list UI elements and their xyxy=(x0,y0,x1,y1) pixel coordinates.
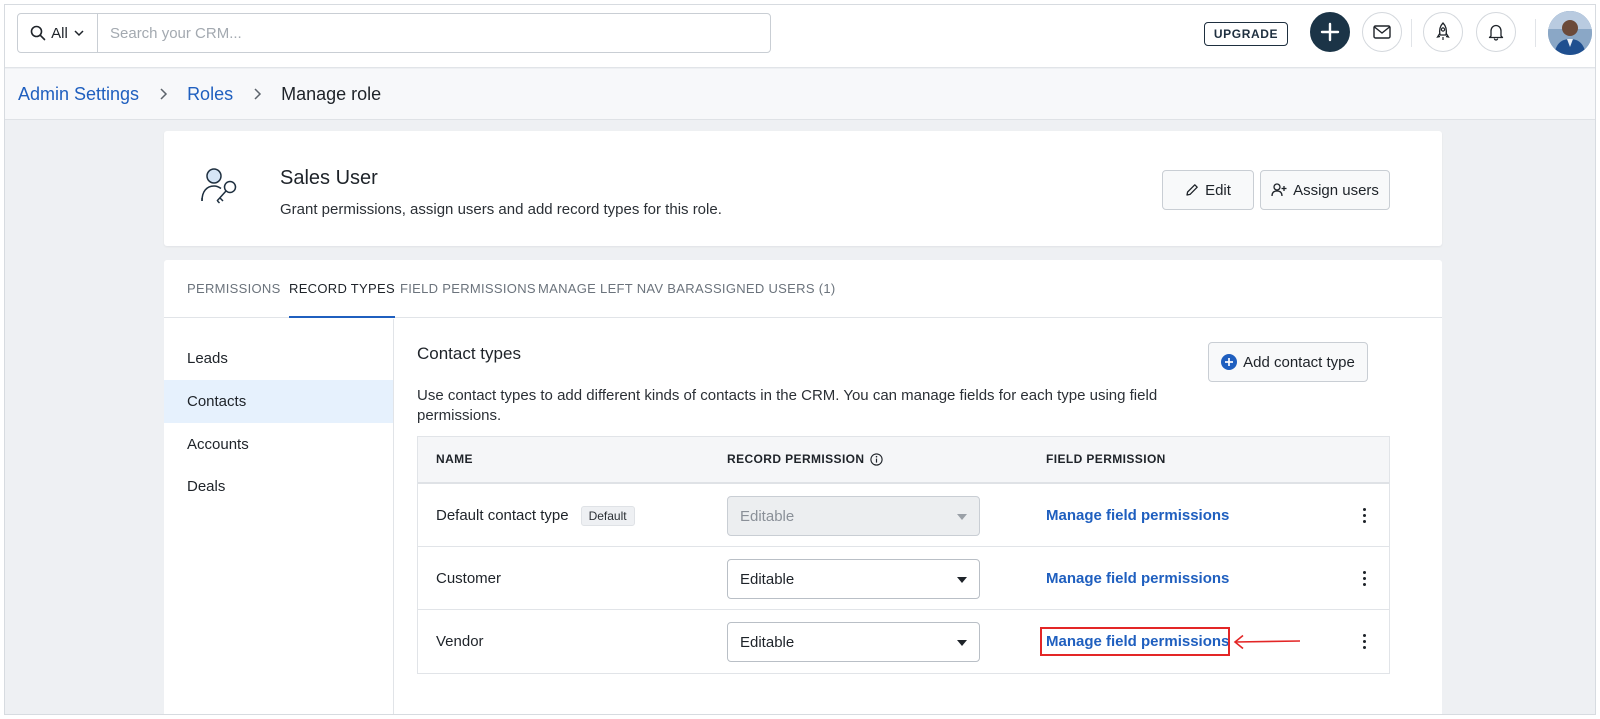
row-name-cell: Default contact type Default xyxy=(436,484,635,547)
kebab-dot xyxy=(1362,570,1366,574)
kebab-dot xyxy=(1362,639,1366,643)
chevron-right-icon xyxy=(159,87,169,101)
launch-button[interactable] xyxy=(1423,12,1463,52)
record-permission-value: Editable xyxy=(740,633,795,651)
add-user-icon xyxy=(1271,183,1287,197)
plus-circle-icon xyxy=(1221,354,1238,370)
section-description: Use contact types to add different kinds… xyxy=(417,387,1158,424)
tab-assigned-users[interactable]: ASSIGNED USERS (1) xyxy=(695,260,835,318)
tab-bar: PERMISSIONS RECORD TYPES FIELD PERMISSIO… xyxy=(164,260,1442,318)
mail-button[interactable] xyxy=(1362,12,1402,52)
row-name: Default contact type xyxy=(436,507,569,524)
role-description: Grant permissions, assign users and add … xyxy=(280,201,722,218)
column-header-name: NAME xyxy=(436,437,473,482)
record-type-sidenav: Leads Contacts Accounts Deals xyxy=(164,319,394,714)
column-header-field-permission-label: FIELD PERMISSION xyxy=(1046,452,1166,466)
edit-button-label: Edit xyxy=(1205,181,1231,199)
column-header-record-permission: RECORD PERMISSION xyxy=(727,437,884,482)
row-name: Vendor xyxy=(436,633,484,650)
contact-types-table: NAME RECORD PERMISSION FIELD PERMISSION … xyxy=(417,436,1390,674)
row-more-menu[interactable] xyxy=(1356,567,1372,589)
row-more-menu[interactable] xyxy=(1356,504,1372,526)
column-header-field-permission: FIELD PERMISSION xyxy=(1046,437,1166,482)
app-window: All UPGRADE Admin Settings Roles Manage xyxy=(4,4,1596,715)
breadcrumb-admin-settings[interactable]: Admin Settings xyxy=(18,84,139,105)
default-badge: Default xyxy=(580,505,635,526)
user-avatar[interactable] xyxy=(1548,11,1592,55)
sidenav-item-contacts[interactable]: Contacts xyxy=(164,380,393,423)
assign-users-button[interactable]: Assign users xyxy=(1260,170,1390,210)
chevron-down-icon xyxy=(74,30,84,37)
info-icon[interactable] xyxy=(870,453,884,466)
edit-button[interactable]: Edit xyxy=(1162,170,1254,210)
table-row: Customer Editable Manage field permissio… xyxy=(418,547,1389,610)
breadcrumb: Admin Settings Roles Manage role xyxy=(5,69,1595,120)
row-name-cell: Vendor xyxy=(436,610,484,673)
caret-down-icon xyxy=(957,514,967,520)
tab-field-permissions[interactable]: FIELD PERMISSIONS xyxy=(400,260,536,318)
manage-field-permissions-link[interactable]: Manage field permissions xyxy=(1046,547,1229,610)
kebab-dot xyxy=(1362,507,1366,511)
sidenav-item-leads[interactable]: Leads xyxy=(164,337,393,380)
chevron-right-icon xyxy=(253,87,263,101)
kebab-dot xyxy=(1362,582,1366,586)
role-key-icon xyxy=(200,167,244,212)
global-search: All xyxy=(17,13,771,53)
rocket-icon xyxy=(1436,22,1450,40)
record-permission-value: Editable xyxy=(740,570,795,588)
manage-field-permissions-link[interactable]: Manage field permissions xyxy=(1046,484,1229,547)
record-permission-value: Editable xyxy=(740,507,795,525)
table-header: NAME RECORD PERMISSION FIELD PERMISSION xyxy=(418,437,1389,484)
caret-down-icon xyxy=(957,640,967,646)
annotation-arrow-icon xyxy=(1233,634,1301,650)
table-row: Vendor Editable Manage field permissions xyxy=(418,610,1389,673)
mail-icon xyxy=(1373,25,1391,39)
section-title: Contact types xyxy=(417,344,521,363)
divider xyxy=(1411,19,1412,47)
pencil-icon xyxy=(1186,184,1198,196)
search-input[interactable] xyxy=(98,14,770,52)
upgrade-button[interactable]: UPGRADE xyxy=(1204,22,1288,46)
row-name-cell: Customer xyxy=(436,547,501,610)
create-new-button[interactable] xyxy=(1310,12,1350,52)
top-bar: All UPGRADE xyxy=(5,5,1595,68)
search-icon xyxy=(30,25,46,41)
kebab-dot xyxy=(1362,519,1366,523)
record-permission-select[interactable]: Editable xyxy=(727,622,980,662)
plus-icon xyxy=(1320,22,1340,42)
tab-permissions[interactable]: PERMISSIONS xyxy=(187,260,281,318)
add-contact-type-label: Add contact type xyxy=(1243,353,1355,371)
role-detail-panel: PERMISSIONS RECORD TYPES FIELD PERMISSIO… xyxy=(164,260,1442,714)
role-header-card: Sales User Grant permissions, assign use… xyxy=(164,131,1442,246)
tab-manage-left-nav-bar[interactable]: MANAGE LEFT NAV BAR xyxy=(538,260,695,318)
search-scope-label: All xyxy=(51,24,68,42)
kebab-dot xyxy=(1362,513,1366,517)
row-name: Customer xyxy=(436,570,502,587)
breadcrumb-current: Manage role xyxy=(281,83,382,104)
table-row: Default contact type Default Editable Ma… xyxy=(418,484,1389,547)
role-title: Sales User xyxy=(280,167,378,189)
assign-users-label: Assign users xyxy=(1293,181,1379,199)
sidenav-item-accounts[interactable]: Accounts xyxy=(164,423,393,466)
kebab-dot xyxy=(1362,576,1366,580)
column-header-name-label: NAME xyxy=(436,452,473,466)
user-photo-icon xyxy=(1548,11,1592,55)
sidenav-item-deals[interactable]: Deals xyxy=(164,465,393,508)
record-permission-select[interactable]: Editable xyxy=(727,559,980,599)
row-more-menu[interactable] xyxy=(1356,630,1372,652)
record-permission-select: Editable xyxy=(727,496,980,536)
caret-down-icon xyxy=(957,577,967,583)
tab-record-types[interactable]: RECORD TYPES xyxy=(289,260,395,318)
kebab-dot xyxy=(1362,645,1366,649)
column-header-record-permission-label: RECORD PERMISSION xyxy=(727,452,865,466)
bell-icon xyxy=(1488,24,1504,41)
kebab-dot xyxy=(1362,633,1366,637)
notifications-button[interactable] xyxy=(1476,12,1516,52)
add-contact-type-button[interactable]: Add contact type xyxy=(1208,342,1368,382)
breadcrumb-roles[interactable]: Roles xyxy=(187,84,233,105)
manage-field-permissions-link[interactable]: Manage field permissions xyxy=(1046,610,1229,673)
search-scope-dropdown[interactable]: All xyxy=(18,14,98,52)
divider xyxy=(1535,19,1536,47)
